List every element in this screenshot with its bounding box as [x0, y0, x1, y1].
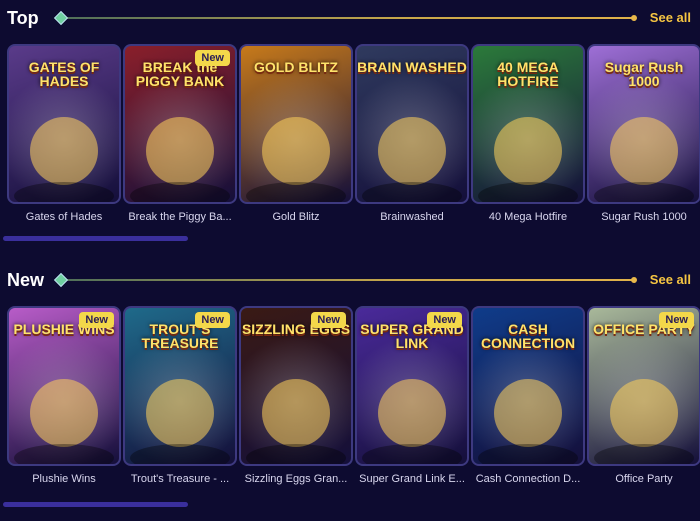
- game-name[interactable]: Break the Piggy Ba...: [123, 211, 237, 223]
- game-thumbnail[interactable]: SIZZLING EGGS New: [239, 306, 353, 466]
- dot-icon: [631, 15, 637, 21]
- game-card[interactable]: BRAIN WASHED Brainwashed: [355, 44, 469, 223]
- game-card[interactable]: BREAK the PIGGY BANK New Break the Piggy B…: [123, 44, 237, 223]
- game-card[interactable]: SIZZLING EGGS New Sizzling Eggs Gran...: [239, 306, 353, 485]
- dot-icon: [631, 277, 637, 283]
- game-card[interactable]: 40 MEGA HOTFIRE 40 Mega Hotfire: [471, 44, 585, 223]
- section-divider: [53, 10, 637, 26]
- game-thumbnail[interactable]: BREAK the PIGGY BANK New: [123, 44, 237, 204]
- scrollbar-thumb[interactable]: [3, 236, 188, 241]
- game-card[interactable]: GOLD BLITZ Gold Blitz: [239, 44, 353, 223]
- new-badge: New: [311, 312, 346, 328]
- game-name[interactable]: Office Party: [587, 473, 700, 485]
- game-logo-text: GATES OF HADES: [28, 59, 100, 89]
- game-thumbnail[interactable]: Sugar Rush 1000: [587, 44, 700, 204]
- game-name[interactable]: Trout's Treasure - ...: [123, 473, 237, 485]
- game-card[interactable]: Sugar Rush 1000 Sugar Rush 1000: [587, 44, 700, 223]
- game-card[interactable]: CASH CONNECTION Cash Connection D...: [471, 306, 585, 485]
- game-name[interactable]: 40 Mega Hotfire: [471, 211, 585, 223]
- game-name[interactable]: Gates of Hades: [7, 211, 121, 223]
- game-thumbnail[interactable]: GOLD BLITZ: [239, 44, 353, 204]
- game-thumbnail[interactable]: GATES OF HADES: [7, 44, 121, 204]
- game-thumbnail[interactable]: 40 MEGA HOTFIRE: [471, 44, 585, 204]
- see-all-link[interactable]: See all: [650, 10, 691, 25]
- game-logo-text: GOLD BLITZ: [254, 59, 338, 75]
- game-logo-text: CASH CONNECTION: [480, 321, 576, 351]
- section-header: Top See all: [0, 0, 700, 36]
- game-card[interactable]: SUPER GRAND LINK New Super Grand Link E...: [355, 306, 469, 485]
- game-name[interactable]: Brainwashed: [355, 211, 469, 223]
- game-thumbnail[interactable]: OFFICE PARTY New: [587, 306, 700, 466]
- diamond-icon: [53, 272, 69, 288]
- game-card[interactable]: GATES OF HADES Gates of Hades: [7, 44, 121, 223]
- game-logo-text: BRAIN WASHED: [357, 59, 467, 75]
- game-thumbnail[interactable]: TROUT'S TREASURE New: [123, 306, 237, 466]
- game-name[interactable]: Sugar Rush 1000: [587, 211, 700, 223]
- new-badge: New: [79, 312, 114, 328]
- section-title: New: [7, 270, 45, 290]
- section-header: New See all: [0, 262, 700, 298]
- section-divider: [53, 272, 637, 288]
- top-games-section: Top See all GATES OF HADES Gates of Hades…: [0, 0, 700, 241]
- game-card[interactable]: TROUT'S TREASURE New Trout's Treasure - ..…: [123, 306, 237, 485]
- game-card[interactable]: OFFICE PARTY New Office Party: [587, 306, 700, 485]
- game-carousel[interactable]: PLUSHIE WINS New Plushie Wins TROUT'S TREAS…: [0, 306, 700, 492]
- game-card[interactable]: PLUSHIE WINS New Plushie Wins: [7, 306, 121, 485]
- game-name[interactable]: Gold Blitz: [239, 211, 353, 223]
- game-name[interactable]: Cash Connection D...: [471, 473, 585, 485]
- new-badge: New: [195, 312, 230, 328]
- game-name[interactable]: Super Grand Link E...: [355, 473, 469, 485]
- game-thumbnail[interactable]: PLUSHIE WINS New: [7, 306, 121, 466]
- diamond-icon: [53, 10, 69, 26]
- game-carousel[interactable]: GATES OF HADES Gates of Hades BREAK the PI…: [0, 44, 700, 230]
- new-badge: New: [427, 312, 462, 328]
- game-thumbnail[interactable]: CASH CONNECTION: [471, 306, 585, 466]
- game-thumbnail[interactable]: BRAIN WASHED: [355, 44, 469, 204]
- game-name[interactable]: Sizzling Eggs Gran...: [239, 473, 353, 485]
- new-badge: New: [195, 50, 230, 66]
- see-all-link[interactable]: See all: [650, 272, 691, 287]
- new-games-section: New See all PLUSHIE WINS New Plushie Wins T…: [0, 262, 700, 507]
- game-name[interactable]: Plushie Wins: [7, 473, 121, 485]
- section-title: Top: [7, 8, 39, 28]
- scrollbar-thumb[interactable]: [3, 502, 188, 507]
- game-thumbnail[interactable]: SUPER GRAND LINK New: [355, 306, 469, 466]
- carousel-scrollbar[interactable]: [0, 236, 700, 242]
- game-logo-text: 40 MEGA HOTFIRE: [497, 59, 559, 89]
- carousel-scrollbar[interactable]: [0, 502, 700, 508]
- new-badge: New: [659, 312, 694, 328]
- game-logo-text: Sugar Rush 1000: [604, 59, 684, 89]
